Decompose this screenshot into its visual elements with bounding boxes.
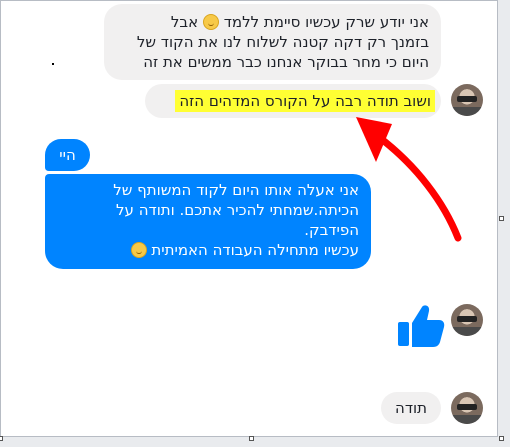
received-message[interactable]: ושוב תודה רבה על הקורס המדהים הזה [145, 84, 441, 118]
message-text: היי [59, 146, 76, 164]
resize-handle[interactable] [499, 216, 504, 221]
message-text: אני אעלה אותו היום לקוד המשותף של [113, 181, 359, 199]
avatar[interactable] [451, 84, 483, 116]
thumbs-up-icon[interactable] [397, 303, 445, 349]
avatar[interactable] [451, 304, 483, 336]
message-text: אני יודע שרק עכשיו סיימת ללמד [223, 13, 429, 31]
message-text: עכשיו מתחילה העבודה האמיתית [151, 241, 359, 259]
resize-handle[interactable] [0, 436, 3, 441]
sent-message[interactable]: אני אעלה אותו היום לקוד המשותף של הכיתה.… [45, 174, 371, 269]
message-text: הפידבק. [304, 221, 359, 239]
message-text: תודה [395, 399, 427, 417]
message-text: הכיתה.שמחתי להכיר אתכם. ותודה על [116, 201, 359, 219]
message-text: אבל [170, 13, 199, 31]
message-text: בזמנך רק דקה קטנה לשלוח לנו את הקוד של [136, 33, 429, 51]
smiley-emoji-icon [202, 14, 219, 30]
received-message[interactable]: אני יודע שרק עכשיו סיימת ללמד אבל בזמנך … [104, 4, 441, 80]
highlighted-text: ושוב תודה רבה על הקורס המדהים הזה [175, 90, 435, 112]
avatar[interactable] [451, 392, 483, 424]
message-text: היום כי מחר בבוקר אנחנו כבר ממשים את זה [143, 53, 429, 71]
resize-handle[interactable] [249, 436, 254, 441]
sent-message[interactable]: היי [45, 139, 90, 171]
received-message[interactable]: תודה [381, 392, 441, 424]
stray-dot [52, 63, 54, 65]
resize-handle[interactable] [499, 436, 504, 441]
smiley-emoji-icon [130, 242, 147, 258]
